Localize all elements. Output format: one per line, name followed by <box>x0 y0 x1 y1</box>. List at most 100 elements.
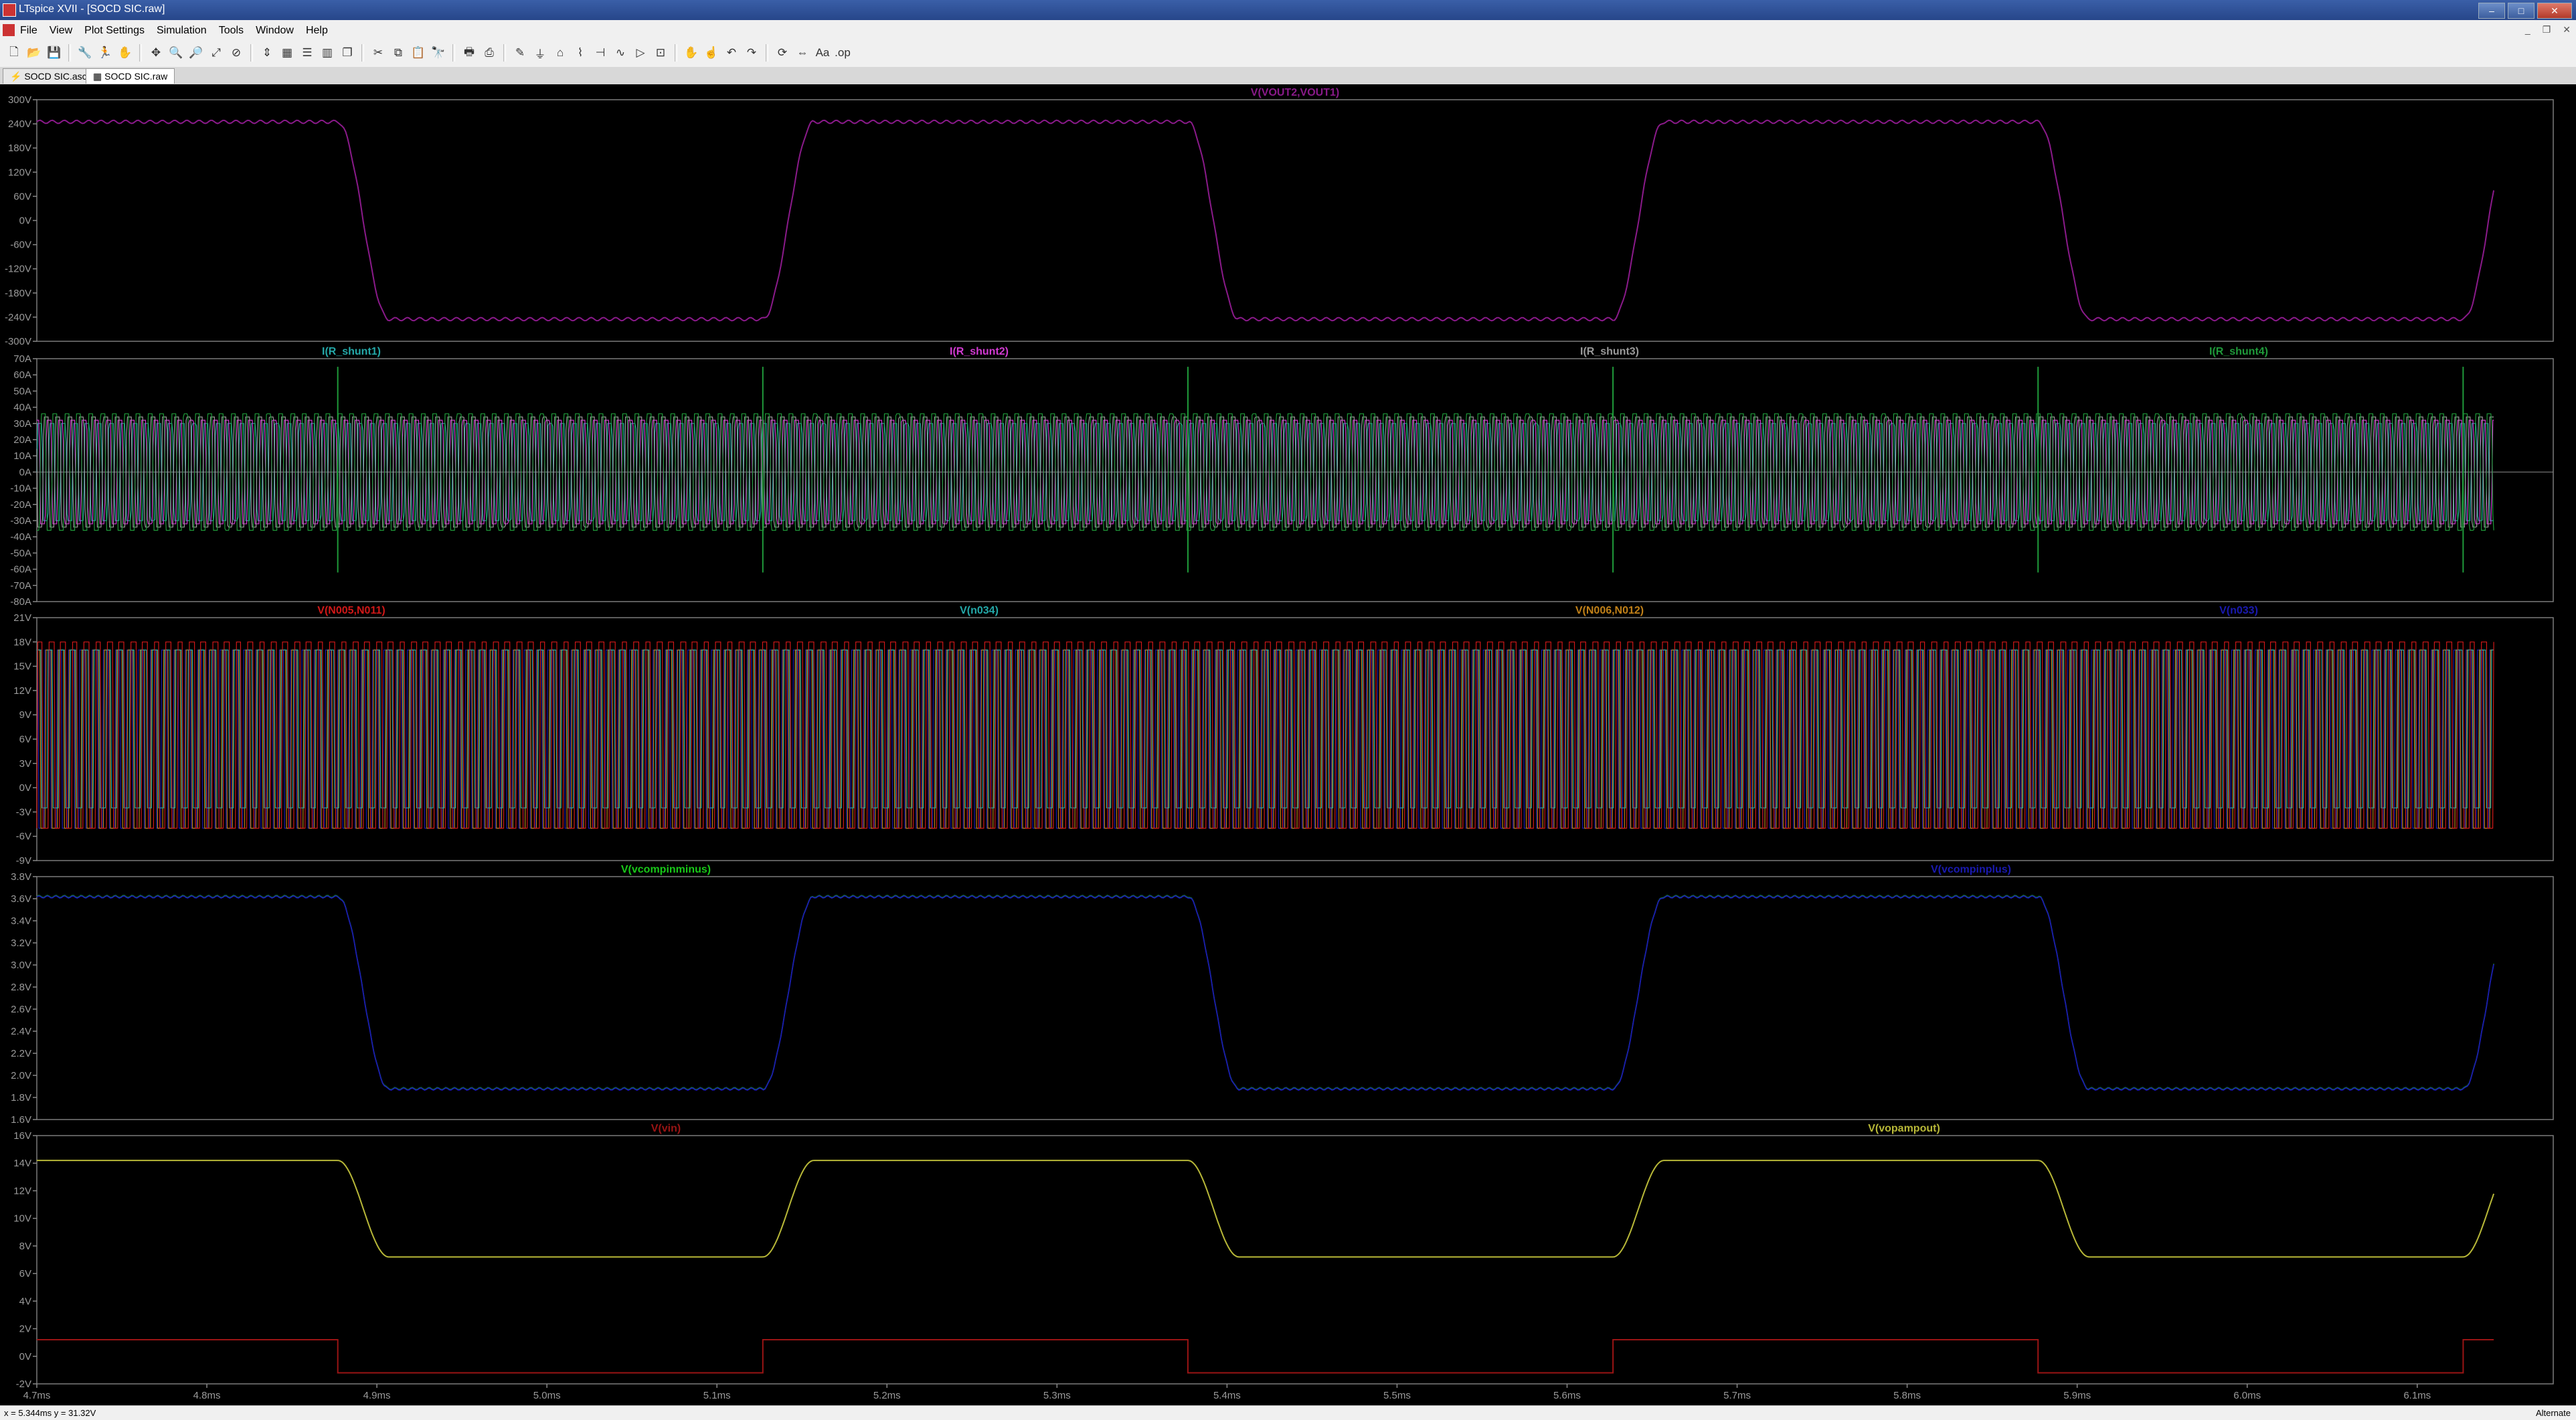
toolbar-separator <box>766 44 768 62</box>
trace-label[interactable]: V(vcompinminus) <box>621 864 711 875</box>
plot-pane-1[interactable] <box>36 99 2554 342</box>
trace-label[interactable]: I(R_shunt2) <box>950 346 1009 357</box>
paste-icon[interactable]: 📋 <box>410 44 427 62</box>
find-icon[interactable]: 🔭 <box>430 44 447 62</box>
y-tick-label: 10A <box>13 450 31 462</box>
trace-label[interactable]: V(n033) <box>2219 605 2258 616</box>
y-tick-label: -240V <box>5 312 31 323</box>
diode-icon[interactable]: ▷ <box>632 44 649 62</box>
x-tick-label: 6.1ms <box>2403 1390 2431 1401</box>
y-tick-label: -70A <box>10 580 31 592</box>
component-icon[interactable]: ⊡ <box>652 44 669 62</box>
tab-schematic[interactable]: ⚡ SOCD SIC.asc <box>3 68 94 84</box>
label-icon[interactable]: ⌂ <box>551 44 569 62</box>
y-tick-label: 6V <box>19 734 31 745</box>
mdi-minimize-button[interactable]: _ <box>2525 24 2530 35</box>
waveform-viewer[interactable]: 300V 240V 180V 120V 60V 0V -60V -120V -180V -240V… <box>0 84 2576 1405</box>
trace-label[interactable]: V(vcompinplus) <box>1931 864 2011 875</box>
mdi-close-button[interactable]: ✕ <box>2563 24 2571 35</box>
y-tick-label: -300V <box>5 336 31 347</box>
copy-icon[interactable]: ⧉ <box>390 44 407 62</box>
y-tick-label: -50A <box>10 547 31 559</box>
menu-window[interactable]: Window <box>256 25 294 37</box>
zoom-cancel-icon[interactable]: ⊘ <box>228 44 245 62</box>
plot-pane-5[interactable] <box>36 1135 2554 1385</box>
menu-tools[interactable]: Tools <box>219 25 244 37</box>
trace-label[interactable]: I(R_shunt1) <box>322 346 381 357</box>
zoom-fit-icon[interactable]: ⤢ <box>207 44 225 62</box>
zoom-in-icon[interactable]: 🔍 <box>167 44 185 62</box>
pan-icon[interactable]: ✥ <box>147 44 165 62</box>
mirror-icon[interactable]: ⇔ <box>794 44 811 62</box>
move-icon[interactable]: ✋ <box>683 44 700 62</box>
menu-bar: File View Plot Settings Simulation Tools… <box>0 20 2576 41</box>
grid-icon[interactable]: ▦ <box>278 44 296 62</box>
y-tick-label: -80A <box>10 596 31 608</box>
waveform-plots[interactable]: 300V 240V 180V 120V 60V 0V -60V -120V -180V -240V… <box>0 84 2576 1405</box>
print-preview-icon[interactable]: ⎙ <box>481 44 498 62</box>
tab-waveform[interactable]: ▦ SOCD SIC.raw <box>86 68 175 84</box>
menu-help[interactable]: Help <box>306 25 328 37</box>
menu-plot-settings[interactable]: Plot Settings <box>84 25 145 37</box>
y-tick-label: 240V <box>8 118 31 130</box>
trace-label[interactable]: V(n034) <box>960 605 999 616</box>
capacitor-icon[interactable]: ⊣ <box>592 44 609 62</box>
status-bar: x = 5.344ms y = 31.32V Alternate <box>0 1405 2576 1420</box>
tile-horizontal-icon[interactable]: ☰ <box>298 44 316 62</box>
trace-label[interactable]: V(N005,N011) <box>317 605 385 616</box>
control-panel-icon[interactable]: 🔧 <box>76 44 94 62</box>
draw-wire-icon[interactable]: ✎ <box>511 44 529 62</box>
undo-icon[interactable]: ↶ <box>723 44 740 62</box>
run-icon[interactable]: 🏃 <box>96 44 114 62</box>
menu-simulation[interactable]: Simulation <box>157 25 207 37</box>
close-button[interactable]: ✕ <box>2537 3 2572 19</box>
save-icon[interactable]: 💾 <box>46 44 63 62</box>
document-icon[interactable] <box>3 24 15 36</box>
menu-view[interactable]: View <box>50 25 72 37</box>
text-icon[interactable]: Aa <box>814 44 831 62</box>
tab-schematic-label: SOCD SIC.asc <box>24 71 87 82</box>
x-tick-label: 4.7ms <box>23 1390 51 1401</box>
cascade-icon[interactable]: ❐ <box>339 44 356 62</box>
x-tick-label: 5.7ms <box>1723 1390 1751 1401</box>
y-tick-label: -180V <box>5 288 31 299</box>
y-tick-label: 14V <box>13 1158 31 1169</box>
trace-label[interactable]: V(VOUT2,VOUT1) <box>1251 87 1339 98</box>
minimize-button[interactable]: – <box>2478 3 2505 19</box>
trace-label[interactable]: I(R_shunt3) <box>1580 346 1639 357</box>
y-tick-label: 2.6V <box>11 1004 31 1015</box>
y-tick-label: 1.8V <box>11 1092 31 1103</box>
plot-pane-4[interactable] <box>36 876 2554 1120</box>
tile-vertical-icon[interactable]: ▥ <box>319 44 336 62</box>
ground-icon[interactable]: ⏚ <box>531 44 549 62</box>
new-icon[interactable]: 🗋 <box>5 44 23 62</box>
y-tick-label: 2.8V <box>11 982 31 993</box>
rotate-icon[interactable]: ⟳ <box>774 44 791 62</box>
y-tick-label: -40A <box>10 531 31 543</box>
inductor-icon[interactable]: ∿ <box>612 44 629 62</box>
open-icon[interactable]: 📂 <box>25 44 43 62</box>
redo-icon[interactable]: ↷ <box>743 44 760 62</box>
cut-icon[interactable]: ✂ <box>369 44 387 62</box>
x-tick-label: 4.9ms <box>363 1390 391 1401</box>
x-tick-label: 5.5ms <box>1383 1390 1411 1401</box>
ltspice-app-icon[interactable] <box>3 3 16 17</box>
spice-directive-icon[interactable]: .op <box>834 44 851 62</box>
trace-label[interactable]: V(N006,N012) <box>1575 605 1644 616</box>
menu-file[interactable]: File <box>20 25 37 37</box>
maximize-button[interactable]: □ <box>2508 3 2535 19</box>
halt-icon[interactable]: ✋ <box>116 44 134 62</box>
x-tick-label: 5.8ms <box>1893 1390 1921 1401</box>
mdi-restore-button[interactable]: ❐ <box>2543 24 2551 35</box>
drag-icon[interactable]: ☝ <box>703 44 720 62</box>
autorange-icon[interactable]: ⇕ <box>258 44 276 62</box>
zoom-out-icon[interactable]: 🔎 <box>187 44 205 62</box>
print-icon[interactable]: 🖶 <box>460 44 478 62</box>
trace-label[interactable]: V(vin) <box>651 1123 681 1134</box>
y-tick-label: 4V <box>19 1296 31 1307</box>
resistor-icon[interactable]: ⌇ <box>572 44 589 62</box>
trace-label[interactable]: V(vopampout) <box>1868 1123 1940 1134</box>
trace-label[interactable]: I(R_shunt4) <box>2209 346 2268 357</box>
y-tick-label: 3.0V <box>11 960 31 971</box>
toolbar-separator <box>68 44 71 62</box>
